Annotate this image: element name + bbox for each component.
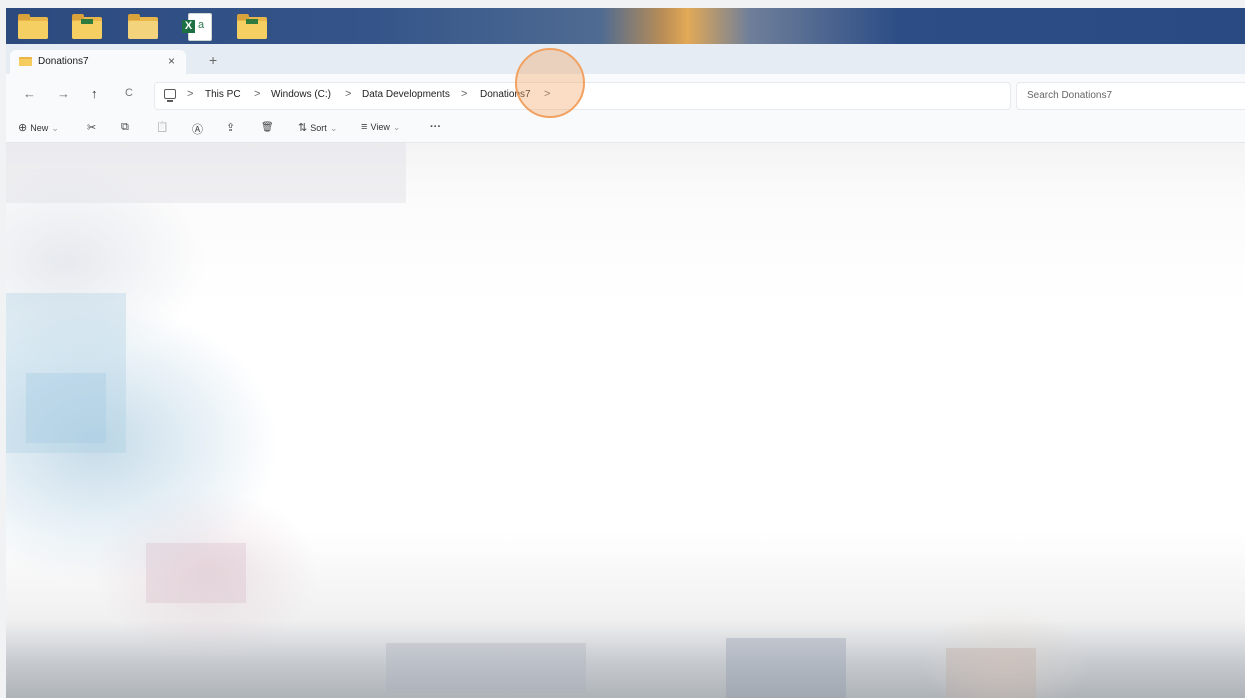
refresh-button[interactable]: C <box>125 87 133 99</box>
share-button[interactable]: ⇪ <box>226 121 235 134</box>
new-tab-button[interactable]: + <box>209 52 217 68</box>
paste-icon: 📋 <box>156 122 169 133</box>
up-button[interactable]: ↑ <box>91 86 98 101</box>
delete-button[interactable]: 🗑 <box>261 121 274 133</box>
breadcrumb-separator[interactable]: > <box>187 88 193 100</box>
close-tab-button[interactable]: × <box>168 54 175 68</box>
address-row: ← → ↑ C > This PC > Windows (C:) > Data … <box>6 74 1245 116</box>
view-icon: ≡ <box>361 121 368 133</box>
delete-icon: 🗑 <box>261 122 274 133</box>
forward-button[interactable]: → <box>57 86 70 101</box>
cut-icon: ✂ <box>87 122 97 134</box>
breadcrumb-separator[interactable]: > <box>345 88 351 100</box>
breadcrumb-this-pc[interactable]: This PC <box>205 89 241 100</box>
rename-button[interactable]: Ⓐ <box>192 121 203 137</box>
back-button[interactable]: ← <box>23 86 36 101</box>
chevron-down-icon: ⌄ <box>329 123 338 133</box>
sort-label: Sort <box>310 123 327 133</box>
excel-file-icon[interactable]: X a <box>182 13 212 41</box>
desktop-folder-icon[interactable] <box>18 13 48 39</box>
tab-bar: Donations7 × + <box>6 44 1245 74</box>
desktop-folder-icon[interactable] <box>72 13 102 39</box>
cut-button[interactable]: ✂ <box>87 121 96 134</box>
breadcrumb-separator[interactable]: > <box>461 88 467 100</box>
chevron-down-icon: ⌄ <box>392 122 401 132</box>
sort-icon: ⇅ <box>298 122 308 134</box>
copy-icon: ⧉ <box>121 121 129 133</box>
screen: X a Donations7 × + ← → ↑ C > This PC > W… <box>6 8 1245 698</box>
tab-donations7[interactable]: Donations7 × <box>10 50 186 74</box>
command-bar: ⊕ New ⌄ ✂ ⧉ 📋 Ⓐ ⇪ 🗑 ⇅ Sort ⌄ ≡ View ⌄ ··… <box>6 116 1245 143</box>
view-button[interactable]: ≡ View ⌄ <box>361 121 400 133</box>
copy-button[interactable]: ⧉ <box>121 121 129 134</box>
sort-button[interactable]: ⇅ Sort ⌄ <box>298 121 337 134</box>
chevron-down-icon: ⌄ <box>51 123 59 133</box>
share-icon: ⇪ <box>226 122 236 134</box>
file-list-area[interactable] <box>6 143 1245 698</box>
view-label: View <box>370 122 390 132</box>
tab-label: Donations7 <box>38 56 89 67</box>
desktop-folder-icon[interactable] <box>237 13 267 39</box>
rename-icon: Ⓐ <box>192 124 203 136</box>
search-placeholder: Search Donations7 <box>1027 90 1113 101</box>
this-pc-icon <box>164 89 176 99</box>
search-input[interactable]: Search Donations7 <box>1016 82 1245 110</box>
paste-button[interactable]: 📋 <box>156 121 168 133</box>
breadcrumb-data-developments[interactable]: Data Developments <box>362 89 450 100</box>
desktop-folder-icon[interactable] <box>128 13 158 39</box>
click-indicator <box>515 48 585 118</box>
breadcrumb-windows-c[interactable]: Windows (C:) <box>271 89 331 100</box>
new-button[interactable]: ⊕ New ⌄ <box>18 121 59 134</box>
new-label: New <box>30 123 49 133</box>
new-icon: ⊕ <box>18 122 28 134</box>
desktop-icon-strip: X a <box>6 8 1245 44</box>
breadcrumb-separator[interactable]: > <box>254 88 260 100</box>
folder-icon <box>19 56 32 66</box>
more-options-button[interactable]: ··· <box>430 121 441 133</box>
